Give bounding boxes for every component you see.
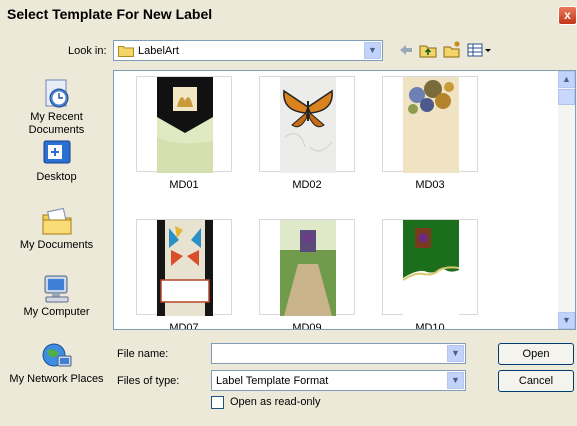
back-arrow-icon[interactable] (396, 40, 416, 60)
chevron-down-icon[interactable]: ▼ (364, 42, 381, 59)
scroll-thumb[interactable] (558, 89, 575, 105)
place-recent-documents[interactable]: My Recent Documents (7, 77, 106, 137)
file-name-label: File name: (117, 348, 169, 360)
place-my-computer[interactable]: My Computer (7, 272, 106, 319)
file-list[interactable]: MD01 MD02 MD03 MD07 MD09 MD10 ▲ ▼ (113, 70, 576, 330)
my-computer-icon (44, 275, 68, 303)
label-art-image (403, 220, 459, 316)
file-name-label: MD09 (292, 322, 322, 330)
place-my-documents[interactable]: My Documents (7, 205, 106, 252)
file-thumbnail-md02[interactable] (259, 76, 355, 173)
chevron-down-icon[interactable]: ▼ (447, 372, 464, 389)
scroll-down-button[interactable]: ▼ (558, 312, 575, 329)
look-in-label: Look in: (68, 45, 107, 57)
read-only-checkbox[interactable] (211, 396, 224, 409)
place-desktop[interactable]: Desktop (7, 137, 106, 184)
place-label: Desktop (36, 171, 77, 183)
vertical-scrollbar[interactable]: ▲ ▼ (558, 71, 575, 329)
network-places-icon (42, 343, 71, 367)
recent-documents-icon (45, 79, 68, 108)
file-thumbnail-md01[interactable] (136, 76, 232, 173)
up-folder-icon[interactable] (418, 40, 438, 60)
read-only-label: Open as read-only (230, 396, 321, 408)
scroll-up-button[interactable]: ▲ (558, 71, 575, 88)
close-button[interactable]: x (558, 6, 577, 25)
file-name-label: MD07 (169, 322, 199, 330)
file-type-value: Label Template Format (216, 375, 329, 387)
file-thumbnail-md09[interactable] (259, 219, 355, 316)
label-art-image (280, 77, 336, 173)
my-documents-icon (42, 207, 71, 235)
view-menu-icon[interactable] (466, 40, 492, 60)
label-art-image (157, 220, 213, 316)
file-name-label: MD01 (169, 179, 199, 191)
file-type-label: Files of type: (117, 375, 180, 387)
place-label: My Computer (23, 306, 90, 318)
new-folder-icon[interactable] (442, 40, 462, 60)
place-label: My Network Places (9, 373, 104, 385)
label-art-image (403, 77, 459, 173)
place-label: My Recent Documents (28, 111, 85, 136)
file-thumbnail-md07[interactable] (136, 219, 232, 316)
file-type-dropdown[interactable]: Label Template Format ▼ (211, 370, 466, 391)
close-icon: x (564, 8, 571, 22)
file-name-input[interactable]: ▼ (211, 343, 466, 364)
places-bar: My Recent Documents Desktop My Documents… (7, 67, 106, 417)
file-name-label: MD10 (415, 322, 445, 330)
dialog-title: Select Template For New Label (7, 6, 213, 22)
open-button[interactable]: Open (498, 343, 574, 365)
desktop-icon (43, 140, 70, 164)
place-label: My Documents (19, 239, 94, 251)
folder-icon (118, 46, 134, 57)
file-thumbnail-md03[interactable] (382, 76, 478, 173)
file-name-label: MD03 (415, 179, 445, 191)
look-in-value: LabelArt (138, 45, 179, 57)
chevron-down-icon[interactable]: ▼ (447, 345, 464, 362)
label-art-image (280, 220, 336, 316)
label-art-image (157, 77, 213, 173)
title-bar: Select Template For New Label x (0, 0, 577, 25)
place-network-places[interactable]: My Network Places (7, 339, 106, 386)
file-thumbnail-md10[interactable] (382, 219, 478, 316)
file-name-label: MD02 (292, 179, 322, 191)
look-in-dropdown[interactable]: LabelArt ▼ (113, 40, 383, 61)
cancel-button[interactable]: Cancel (498, 370, 574, 392)
